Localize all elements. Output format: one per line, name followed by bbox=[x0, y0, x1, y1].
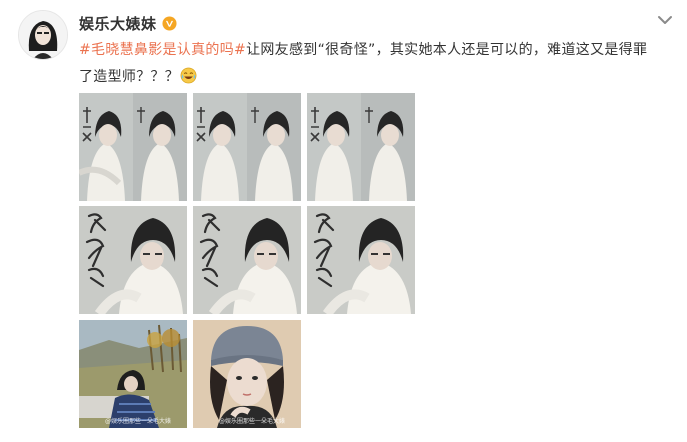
image-thumb-photo-beanie[interactable]: @娱乐圈那些一朵毛大婊 bbox=[193, 320, 301, 428]
username[interactable]: 娱乐大婊妹 bbox=[79, 13, 157, 34]
chevron-down-icon[interactable] bbox=[657, 14, 673, 26]
watermark: @娱乐圈那些一朵毛大婊 bbox=[105, 418, 172, 425]
weibo-post: 娱乐大婊妹 #毛晓慧鼻影是认真的吗#让网友感到“很奇怪”，其实她本人还是可以的，… bbox=[0, 0, 687, 442]
topic-prefix: # bbox=[79, 42, 92, 58]
image-thumb-photo-outdoor[interactable]: @娱乐圈那些一朵毛大婊 bbox=[79, 320, 187, 428]
poster-image bbox=[79, 93, 187, 201]
topic-name: 毛晓慧 bbox=[91, 42, 134, 58]
topic-link[interactable]: #毛晓慧鼻影是认真的吗# bbox=[79, 42, 246, 58]
post-text: #毛晓慧鼻影是认真的吗#让网友感到“很奇怪”，其实她本人还是可以的，难道这又是得… bbox=[79, 37, 659, 91]
poster-image bbox=[79, 206, 187, 314]
image-thumb-poster-b[interactable] bbox=[193, 93, 301, 201]
poster-image bbox=[193, 93, 301, 201]
avatar-image bbox=[19, 11, 67, 59]
avatar[interactable] bbox=[18, 10, 68, 60]
beanie-photo bbox=[193, 320, 301, 428]
image-thumb-poster-c[interactable] bbox=[307, 93, 415, 201]
image-thumb-poster-f[interactable] bbox=[307, 206, 415, 314]
verified-v-icon bbox=[161, 15, 177, 31]
laugh-cry-emoji-icon bbox=[180, 67, 197, 84]
watermark: @娱乐圈那些一朵毛大婊 bbox=[219, 418, 286, 425]
image-thumb-poster-e[interactable] bbox=[193, 206, 301, 314]
username-row: 娱乐大婊妹 bbox=[79, 13, 177, 33]
topic-rest: 鼻影是认真的吗# bbox=[133, 42, 247, 58]
outdoor-photo bbox=[79, 320, 187, 428]
image-thumb-poster-d[interactable] bbox=[79, 206, 187, 314]
poster-image bbox=[193, 206, 301, 314]
poster-image bbox=[307, 93, 415, 201]
image-thumb-poster-a[interactable] bbox=[79, 93, 187, 201]
poster-image bbox=[307, 206, 415, 314]
